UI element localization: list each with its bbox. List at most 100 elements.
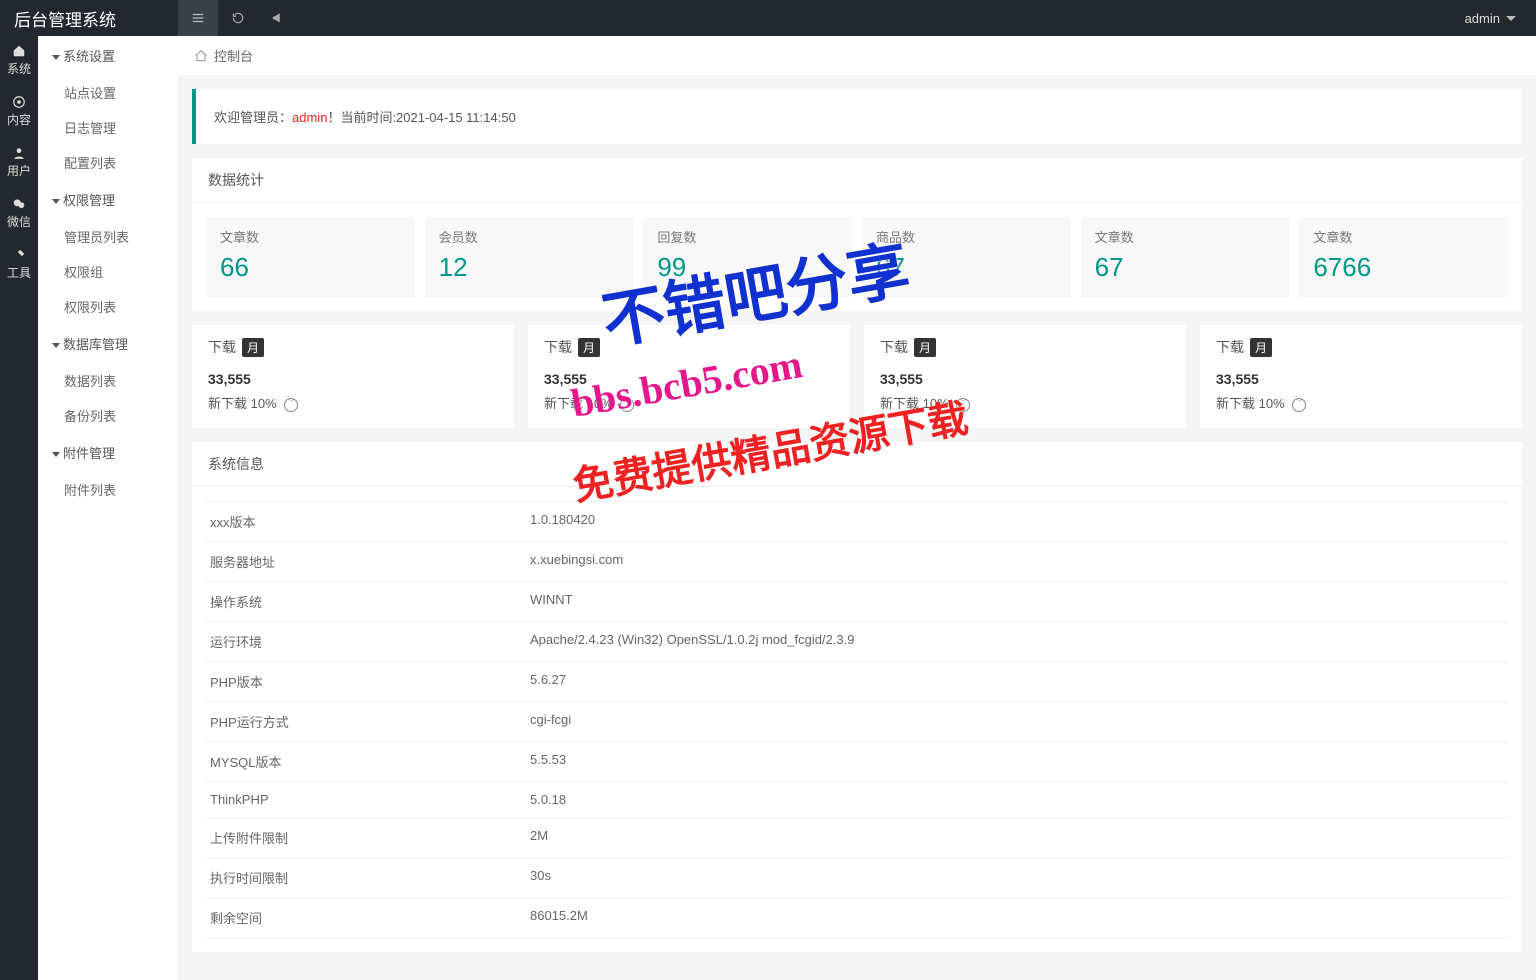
sysinfo-value: 1.0.180420 xyxy=(530,512,1504,531)
home-icon xyxy=(194,49,208,63)
sidebar-item-perm-group[interactable]: 权限组 xyxy=(38,254,178,289)
topbar: 后台管理系统 admin xyxy=(0,0,1536,36)
sysinfo-value: 5.0.18 xyxy=(530,792,1504,807)
download-sub: 新下载 10% xyxy=(1216,393,1506,412)
stat-label: 文章数 xyxy=(1095,227,1276,246)
stat-label: 会员数 xyxy=(439,227,620,246)
sysinfo-key: 操作系统 xyxy=(210,592,530,611)
stat-value: 66 xyxy=(220,252,401,283)
sysinfo-key: 服务器地址 xyxy=(210,552,530,571)
app-logo: 后台管理系统 xyxy=(0,6,178,31)
sysinfo-row: PHP运行方式cgi-fcgi xyxy=(206,702,1508,742)
sysinfo-value: x.xuebingsi.com xyxy=(530,552,1504,571)
sidebar-group-database[interactable]: 数据库管理 xyxy=(38,324,178,363)
stats-title: 数据统计 xyxy=(192,158,1522,203)
nav-wechat[interactable]: 微信 xyxy=(0,189,38,240)
user-menu[interactable]: admin xyxy=(1465,11,1536,26)
sysinfo-row: ThinkPHP5.0.18 xyxy=(206,782,1508,818)
stat-card: 商品数 67 xyxy=(862,217,1071,297)
sidebar-item-site[interactable]: 站点设置 xyxy=(38,75,178,110)
stat-card: 回复数 99 xyxy=(643,217,852,297)
menu-toggle-button[interactable] xyxy=(178,0,218,36)
sysinfo-key: MYSQL版本 xyxy=(210,752,530,771)
stat-value: 67 xyxy=(1095,252,1276,283)
sidebar-group-system[interactable]: 系统设置 xyxy=(38,36,178,75)
stat-value: 12 xyxy=(439,252,620,283)
user-name: admin xyxy=(1465,11,1500,26)
breadcrumb-label: 控制台 xyxy=(214,46,253,65)
stat-label: 文章数 xyxy=(220,227,401,246)
sysinfo-row: xxx版本1.0.180420 xyxy=(206,501,1508,542)
nav-content[interactable]: 内容 xyxy=(0,87,38,138)
sysinfo-value: 86015.2M xyxy=(530,908,1504,927)
sidebar-item-config[interactable]: 配置列表 xyxy=(38,145,178,180)
stat-card: 文章数 6766 xyxy=(1299,217,1508,297)
download-count: 33,555 xyxy=(208,371,498,387)
download-title: 下载 xyxy=(1216,337,1244,357)
sysinfo-panel: 系统信息 xxx版本1.0.180420服务器地址x.xuebingsi.com… xyxy=(192,442,1522,952)
download-card: 下载月33,555新下载 10% xyxy=(864,325,1186,428)
stat-label: 回复数 xyxy=(657,227,838,246)
sysinfo-row: 操作系统WINNT xyxy=(206,582,1508,622)
sysinfo-row: PHP版本5.6.27 xyxy=(206,662,1508,702)
announcement-button[interactable] xyxy=(258,0,298,36)
sysinfo-row: 服务器地址x.xuebingsi.com xyxy=(206,542,1508,582)
sysinfo-value: Apache/2.4.23 (Win32) OpenSSL/1.0.2j mod… xyxy=(530,632,1504,651)
welcome-user: admin xyxy=(292,110,327,125)
chevron-down-icon xyxy=(1506,16,1516,21)
sysinfo-value: 2M xyxy=(530,828,1504,847)
stat-label: 文章数 xyxy=(1313,227,1494,246)
download-badge: 月 xyxy=(578,338,600,357)
smile-icon xyxy=(620,398,634,412)
stats-panel: 数据统计 文章数 66 会员数 12 回复数 99 商品数 67 文章数 67 文章数 6766 xyxy=(192,158,1522,311)
nav-rail: 系统 内容 用户 微信 工具 xyxy=(0,36,38,980)
download-title: 下载 xyxy=(880,337,908,357)
stat-card: 会员数 12 xyxy=(425,217,634,297)
sysinfo-row: MYSQL版本5.5.53 xyxy=(206,742,1508,782)
download-card: 下载月33,555新下载 10% xyxy=(528,325,850,428)
download-badge: 月 xyxy=(914,338,936,357)
sysinfo-value: WINNT xyxy=(530,592,1504,611)
sysinfo-value: 30s xyxy=(530,868,1504,887)
nav-tools[interactable]: 工具 xyxy=(0,240,38,291)
sysinfo-key: 剩余空间 xyxy=(210,908,530,927)
sidebar-group-permission[interactable]: 权限管理 xyxy=(38,180,178,219)
stat-value: 99 xyxy=(657,252,838,283)
sysinfo-key: xxx版本 xyxy=(210,512,530,531)
download-count: 33,555 xyxy=(880,371,1170,387)
download-card: 下载月33,555新下载 10% xyxy=(192,325,514,428)
smile-icon xyxy=(284,398,298,412)
sidebar-item-log[interactable]: 日志管理 xyxy=(38,110,178,145)
refresh-button[interactable] xyxy=(218,0,258,36)
stat-label: 商品数 xyxy=(876,227,1057,246)
sidebar-item-perm-list[interactable]: 权限列表 xyxy=(38,289,178,324)
sidebar-item-backup-list[interactable]: 备份列表 xyxy=(38,398,178,433)
download-badge: 月 xyxy=(1250,338,1272,357)
breadcrumb: 控制台 xyxy=(178,36,1536,75)
sidebar-item-attach-list[interactable]: 附件列表 xyxy=(38,472,178,507)
smile-icon xyxy=(956,398,970,412)
download-sub: 新下载 10% xyxy=(208,393,498,412)
sidebar-item-data-list[interactable]: 数据列表 xyxy=(38,363,178,398)
sysinfo-value: 5.6.27 xyxy=(530,672,1504,691)
main-content: 控制台 欢迎管理员：admin！当前时间:2021-04-15 11:14:50… xyxy=(178,36,1536,980)
download-count: 33,555 xyxy=(544,371,834,387)
sidebar: 系统设置 站点设置 日志管理 配置列表 权限管理 管理员列表 权限组 权限列表 … xyxy=(38,36,178,980)
sysinfo-key: ThinkPHP xyxy=(210,792,530,807)
download-badge: 月 xyxy=(242,338,264,357)
sysinfo-row: 执行时间限制30s xyxy=(206,858,1508,898)
download-card: 下载月33,555新下载 10% xyxy=(1200,325,1522,428)
sysinfo-value: cgi-fcgi xyxy=(530,712,1504,731)
stat-card: 文章数 67 xyxy=(1081,217,1290,297)
nav-system[interactable]: 系统 xyxy=(0,36,38,87)
sysinfo-row: 运行环境Apache/2.4.23 (Win32) OpenSSL/1.0.2j… xyxy=(206,622,1508,662)
welcome-alert: 欢迎管理员：admin！当前时间:2021-04-15 11:14:50 xyxy=(192,89,1522,144)
nav-user[interactable]: 用户 xyxy=(0,138,38,189)
sysinfo-key: 上传附件限制 xyxy=(210,828,530,847)
stat-value: 6766 xyxy=(1313,252,1494,283)
sidebar-item-admin-list[interactable]: 管理员列表 xyxy=(38,219,178,254)
sidebar-group-attachment[interactable]: 附件管理 xyxy=(38,433,178,472)
download-title: 下载 xyxy=(544,337,572,357)
sysinfo-row: 上传附件限制2M xyxy=(206,818,1508,858)
stat-value: 67 xyxy=(876,252,1057,283)
